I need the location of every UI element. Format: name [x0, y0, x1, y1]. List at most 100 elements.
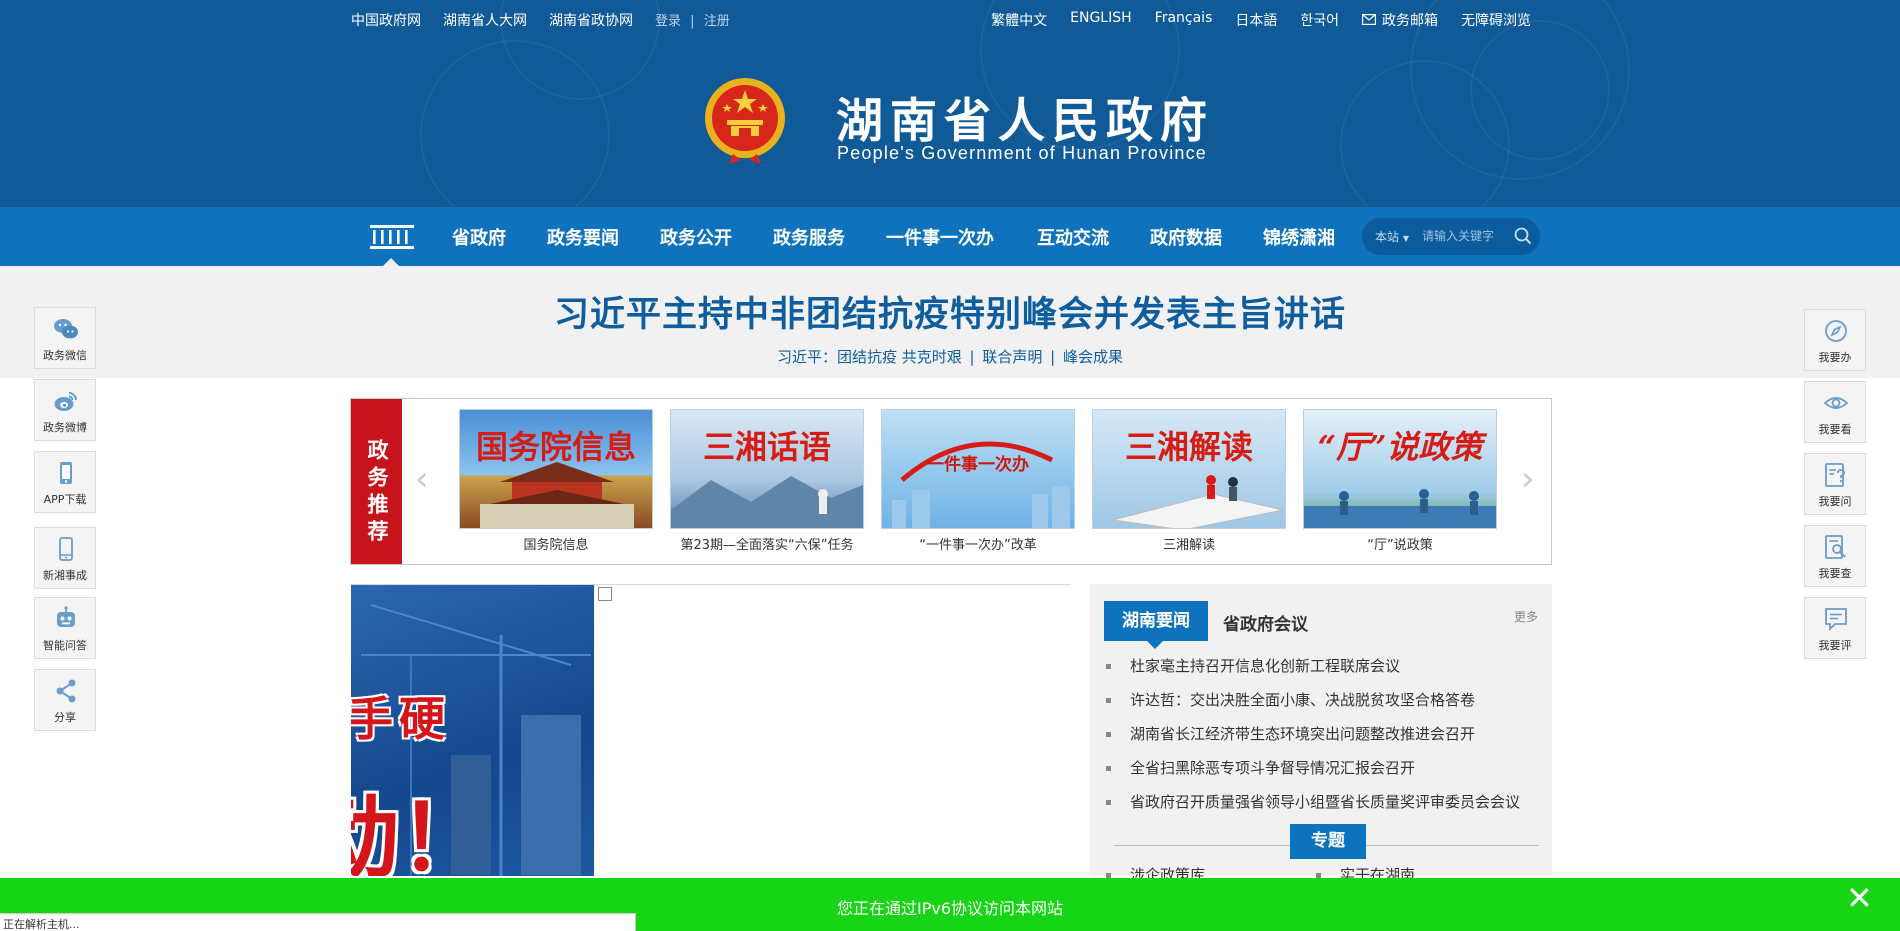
link-hunan-cppcc[interactable]: 湖南省政协网 [549, 10, 633, 30]
nav-item-one-thing[interactable]: 一件事一次办 [886, 224, 994, 250]
dock-i-want-to-check[interactable]: 我要查 [1804, 525, 1866, 587]
news-item[interactable]: 杜家毫主持召开信息化创新工程联席会议 [1105, 655, 1400, 676]
tile-caption: “厅”说政策 [1367, 538, 1433, 553]
recommend-tile[interactable]: 三湘解读 三湘解读 [1092, 409, 1286, 553]
more-link[interactable]: 更多 [1514, 608, 1538, 625]
dock-i-want-to-handle[interactable]: 我要办 [1804, 309, 1866, 371]
dock-i-want-to-rate[interactable]: 我要评 [1804, 597, 1866, 659]
dock-share[interactable]: 分享 [34, 669, 96, 731]
recommend-tile[interactable]: 一件事一次办 “一件事一次办”改革 [881, 409, 1075, 553]
dock-i-want-to-ask[interactable]: 我要问 [1804, 453, 1866, 515]
search-input[interactable] [1422, 226, 1514, 246]
search-icon[interactable] [1514, 227, 1532, 245]
dock-label: 智能问答 [43, 639, 87, 652]
nav-item-province-gov[interactable]: 省政府 [452, 224, 506, 250]
carousel-slide-text: 手硬 [351, 692, 451, 746]
carousel-prev-button[interactable]: ‹ [415, 462, 429, 496]
main-carousel[interactable]: 手硬 动！ [351, 584, 1071, 876]
tile-image: 三湘解读 [1092, 409, 1286, 529]
headline-prefix: 习近平： [776, 348, 837, 366]
tab-hunan-news[interactable]: 湖南要闻 [1104, 601, 1208, 649]
news-item[interactable]: 许达哲：交出决胜全面小康、决战脱贫攻坚合格答卷 [1105, 689, 1475, 710]
dock-i-want-to-see[interactable]: 我要看 [1804, 381, 1866, 443]
question-icon [1825, 463, 1845, 487]
mail-icon [1362, 14, 1377, 26]
headline-sublinks: 习近平：团结抗疫 共克时艰 | 联合声明 | 峰会成果 [0, 346, 1900, 367]
nav-item-gov-service[interactable]: 政务服务 [773, 224, 845, 250]
headline-sublink[interactable]: 峰会成果 [1063, 348, 1123, 366]
lang-english[interactable]: ENGLISH [1070, 10, 1132, 30]
lang-traditional-chinese[interactable]: 繁體中文 [991, 10, 1047, 30]
dock-app-download[interactable]: APP下载 [34, 451, 96, 513]
tile-image-title: 一件事一次办 [927, 455, 1029, 475]
search-scope-label: 本站 [1375, 230, 1400, 244]
broken-image-placeholder [598, 587, 612, 601]
headline-sublink[interactable]: 团结抗疫 共克时艰 [837, 348, 962, 366]
tile-image-title: 三湘话语 [702, 428, 831, 466]
nav-item-gov-data[interactable]: 政府数据 [1150, 224, 1222, 250]
nav-item-gov-open[interactable]: 政务公开 [660, 224, 732, 250]
browser-status-bar: 正在解析主机... [0, 913, 636, 931]
news-item[interactable]: 省政府召开质量强省领导小组暨省长质量奖评审委员会会议 [1105, 791, 1520, 812]
tile-image: 三湘话语 [670, 409, 864, 529]
tile-image: 国务院信息 [459, 409, 653, 529]
tile-caption: 三湘解读 [1162, 538, 1215, 553]
special-topics-tab[interactable]: 专题 [1290, 824, 1366, 859]
login-link[interactable]: 登录 [655, 14, 681, 29]
tile-caption: 国务院信息 [523, 538, 589, 553]
auth-separator: | [690, 14, 695, 29]
chevron-down-icon: ▼ [1402, 234, 1409, 243]
headline-sublink[interactable]: 联合声明 [982, 348, 1042, 366]
dock-weibo[interactable]: 政务微博 [34, 379, 96, 441]
news-item[interactable]: 湖南省长江经济带生态环境突出问题整改推进会召开 [1105, 723, 1475, 744]
top-links-right: 繁體中文 ENGLISH Français 日本語 한국어 政务邮箱 无障碍浏览 [991, 10, 1531, 30]
dock-label: APP下载 [43, 493, 87, 506]
register-link[interactable]: 注册 [704, 14, 730, 29]
dock-xinxiang[interactable]: 新湘事成 [34, 527, 96, 589]
headline-link[interactable]: 习近平主持中非团结抗疫特别峰会并发表主旨讲话 [0, 286, 1900, 337]
weibo-icon [54, 392, 77, 411]
top-utility-bar: 中国政府网 湖南省人大网 湖南省政协网 登录 | 注册 繁體中文 ENGLISH… [351, 10, 1531, 30]
recommend-tile[interactable]: 三湘话语 第23期—全面落实“六保”任务 [670, 409, 864, 553]
lang-french[interactable]: Français [1155, 10, 1213, 30]
news-item[interactable]: 全省扫黑除恶专项斗争督导情况汇报会召开 [1105, 757, 1415, 778]
nav-item-interaction[interactable]: 互动交流 [1037, 224, 1109, 250]
recommend-tile[interactable]: “厅”说政策 “厅”说政策 [1303, 409, 1497, 553]
carousel-slide-text: 动！ [351, 785, 489, 876]
auth-links: 登录 | 注册 [655, 10, 730, 30]
search-box: 本站 ▼ [1362, 218, 1540, 255]
accessibility-link[interactable]: 无障碍浏览 [1461, 10, 1531, 30]
recommend-tile[interactable]: 国务院信息 国务院信息 [459, 409, 653, 553]
nav-item-gov-news[interactable]: 政务要闻 [547, 224, 619, 250]
link-hunan-npc[interactable]: 湖南省人大网 [443, 10, 527, 30]
tab-gov-meetings[interactable]: 省政府会议 [1223, 610, 1308, 635]
lang-japanese[interactable]: 日本語 [1235, 10, 1277, 30]
lang-korean[interactable]: 한국어 [1300, 10, 1339, 30]
close-icon[interactable]: ✕ [1846, 882, 1873, 914]
news-panel: 湖南要闻 省政府会议 更多 杜家毫主持召开信息化创新工程联席会议 许达哲：交出决… [1090, 584, 1552, 884]
gov-mail-link[interactable]: 政务邮箱 [1362, 10, 1438, 30]
phone-icon [60, 462, 72, 484]
site-title: 湖南省人民政府 [836, 94, 1214, 149]
gov-recommend-panel: 政务推荐 ‹ › 国务院信息 国务院信息 三湘话语 第23期—全面落实“六保”任… [350, 398, 1552, 565]
sublink-separator: | [1050, 348, 1056, 366]
main-nav: 省政府 政务要闻 政务公开 政务服务 一件事一次办 互动交流 政府数据 锦绣潇湘… [0, 207, 1900, 267]
compass-icon [1825, 320, 1847, 342]
link-gov-cn[interactable]: 中国政府网 [351, 10, 421, 30]
carousel-next-button[interactable]: › [1521, 462, 1535, 496]
national-emblem-icon [705, 78, 785, 164]
tile-caption: “一件事一次办”改革 [919, 538, 1037, 553]
dock-label: 我要办 [1818, 351, 1852, 364]
dock-smart-qa[interactable]: 智能问答 [34, 597, 96, 659]
search-scope-select[interactable]: 本站 ▼ [1375, 228, 1409, 245]
nav-item-xiaoxiang[interactable]: 锦绣潇湘 [1263, 224, 1335, 250]
home-icon[interactable] [369, 224, 415, 250]
dock-wechat[interactable]: 政务微信 [34, 307, 96, 369]
robot-icon [57, 606, 75, 627]
tile-caption: 第23期—全面落实“六保”任务 [680, 538, 854, 553]
recommend-tag: 政务推荐 [351, 399, 402, 564]
dock-label: 我要评 [1818, 639, 1852, 652]
tile-image-title: 国务院信息 [475, 428, 636, 466]
wechat-icon [54, 319, 78, 339]
eye-icon [1823, 397, 1849, 409]
